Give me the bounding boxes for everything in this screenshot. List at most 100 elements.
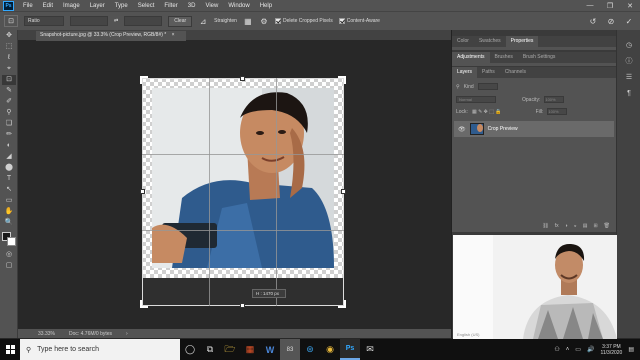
crop-corner-handle[interactable]	[338, 300, 346, 308]
tab-color[interactable]: Color	[452, 36, 474, 47]
chrome-icon[interactable]: ◉	[320, 339, 340, 360]
tab-brush-settings[interactable]: Brush Settings	[518, 52, 561, 63]
volume-icon[interactable]: 🔊	[587, 346, 594, 353]
clear-button[interactable]: Clear	[168, 15, 193, 27]
network-icon[interactable]: ▭	[575, 346, 581, 353]
stamp-tool-icon[interactable]: ❏	[2, 119, 16, 129]
notifications-icon[interactable]: ▤	[628, 346, 634, 353]
tab-properties[interactable]: Properties	[505, 36, 539, 47]
maximize-button[interactable]: ❐	[600, 2, 620, 10]
tab-channels[interactable]: Channels	[500, 67, 531, 78]
menu-window[interactable]: Window	[223, 3, 254, 9]
new-layer-icon[interactable]: ⊞	[593, 223, 597, 232]
gradient-tool-icon[interactable]: ◢	[2, 152, 16, 162]
adjustment-layer-icon[interactable]: ◒	[574, 223, 577, 232]
type-tool-icon[interactable]: T	[2, 174, 16, 184]
crop-corner-handle[interactable]	[338, 76, 346, 84]
status-arrow-icon[interactable]: ›	[126, 331, 128, 337]
menu-edit[interactable]: Edit	[38, 3, 58, 9]
lock-icons[interactable]: ▦ ✎ ✥ ⬚ 🔒	[472, 109, 502, 115]
visibility-eye-icon[interactable]: 👁	[458, 126, 466, 133]
kind-label[interactable]: Kind	[464, 84, 474, 90]
clock[interactable]: 3:37 PM 11/3/2020	[600, 344, 622, 356]
history-brush-tool-icon[interactable]: ✏	[2, 130, 16, 140]
ratio-width-field[interactable]	[70, 16, 108, 26]
commit-crop-icon[interactable]: ✓	[624, 17, 634, 26]
fill-field[interactable]: 100%	[547, 108, 568, 115]
delete-cropped-pixels-checkbox[interactable]: Delete Cropped Pixels	[274, 18, 333, 24]
tray-chevron-icon[interactable]: ˄	[566, 347, 570, 353]
mask-icon[interactable]: ◑	[565, 223, 568, 232]
menu-3d[interactable]: 3D	[183, 3, 201, 9]
crop-frame[interactable]	[142, 78, 344, 306]
reset-icon[interactable]: ↺	[588, 17, 598, 26]
libraries-icon[interactable]: ☰	[623, 72, 635, 84]
ratio-dropdown[interactable]: Ratio	[24, 16, 64, 26]
tab-swatches[interactable]: Swatches	[474, 36, 506, 47]
menu-view[interactable]: View	[200, 3, 223, 9]
marquee-tool-icon[interactable]: ⬚	[2, 42, 16, 52]
taskbar-search-box[interactable]: ⚲ Type here to search	[20, 339, 180, 360]
tab-layers[interactable]: Layers	[452, 67, 478, 78]
info-icon[interactable]: ⓘ	[623, 56, 635, 68]
quick-mask-icon[interactable]: ◎	[2, 250, 16, 260]
people-icon[interactable]: ⚇	[554, 346, 559, 353]
mail-icon[interactable]: ✉	[360, 339, 380, 360]
close-icon[interactable]: ×	[172, 32, 175, 38]
photoshop-taskbar-icon[interactable]: Ps	[340, 339, 360, 360]
crop-edge-handle[interactable]	[240, 76, 245, 81]
straighten-label[interactable]: Straighten	[214, 18, 237, 24]
eraser-tool-icon[interactable]: ◐	[2, 141, 16, 151]
word-icon[interactable]: W	[260, 339, 280, 360]
menu-type[interactable]: Type	[110, 3, 133, 9]
paragraph-icon[interactable]: ¶	[623, 88, 635, 100]
history-icon[interactable]: ◷	[623, 40, 635, 52]
tab-brushes[interactable]: Brushes	[490, 52, 518, 63]
task-view-icon[interactable]: ⧉	[200, 339, 220, 360]
tab-adjustments[interactable]: Adjustments	[452, 52, 490, 63]
background-color-swatch[interactable]	[7, 237, 16, 246]
tab-paths[interactable]: Paths	[477, 67, 500, 78]
group-icon[interactable]: ▤	[583, 223, 588, 232]
crop-edge-handle[interactable]	[140, 189, 145, 194]
cancel-crop-icon[interactable]: ⊘	[606, 17, 616, 26]
crop-edge-handle[interactable]	[341, 189, 346, 194]
fx-icon[interactable]: fx	[555, 223, 559, 232]
crop-corner-handle[interactable]	[140, 300, 148, 308]
zoom-tool-icon[interactable]: 🔍	[2, 218, 16, 228]
overlay-grid-icon[interactable]: ▦	[243, 17, 253, 26]
opacity-field[interactable]: 100%	[544, 96, 565, 103]
close-window-button[interactable]: ✕	[620, 2, 640, 10]
lasso-tool-icon[interactable]: ℓ	[2, 53, 16, 63]
hand-tool-icon[interactable]: ✋	[2, 207, 16, 217]
menu-select[interactable]: Select	[133, 3, 160, 9]
dodge-tool-icon[interactable]: ⬤	[2, 163, 16, 173]
brush-tool-icon[interactable]: ⚲	[2, 108, 16, 118]
menu-layer[interactable]: Layer	[85, 3, 110, 9]
zoom-level[interactable]: 33.33%	[38, 331, 55, 337]
straighten-icon[interactable]: ⊿	[198, 17, 208, 26]
menu-file[interactable]: File	[18, 3, 38, 9]
healing-tool-icon[interactable]: ✐	[2, 97, 16, 107]
start-button[interactable]	[0, 339, 20, 360]
shape-tool-icon[interactable]: ▭	[2, 196, 16, 206]
settings-gear-icon[interactable]: ⚙	[259, 17, 269, 26]
swap-icon[interactable]: ⇄	[114, 18, 118, 24]
menu-help[interactable]: Help	[255, 3, 277, 9]
crop-tool-preset-icon[interactable]: ⊡	[4, 15, 18, 27]
ratio-height-field[interactable]	[124, 16, 163, 26]
blend-mode-dropdown[interactable]: Normal	[456, 96, 496, 103]
link-layers-icon[interactable]: ⛓	[542, 223, 548, 232]
eyedropper-tool-icon[interactable]: ✎	[2, 86, 16, 96]
path-select-tool-icon[interactable]: ↖	[2, 185, 16, 195]
screen-mode-icon[interactable]: ▢	[2, 261, 16, 271]
crop-tool-icon[interactable]: ⊡	[2, 75, 16, 85]
minimize-button[interactable]: —	[580, 2, 600, 10]
edge-icon[interactable]: ⊛	[300, 339, 320, 360]
trash-icon[interactable]: 🗑	[604, 223, 610, 232]
crop-edge-handle[interactable]	[240, 303, 245, 308]
quick-select-tool-icon[interactable]: ⌖	[2, 64, 16, 74]
color-swatches[interactable]	[1, 231, 17, 247]
office-icon[interactable]: ▦	[240, 339, 260, 360]
move-tool-icon[interactable]: ✥	[2, 31, 16, 41]
